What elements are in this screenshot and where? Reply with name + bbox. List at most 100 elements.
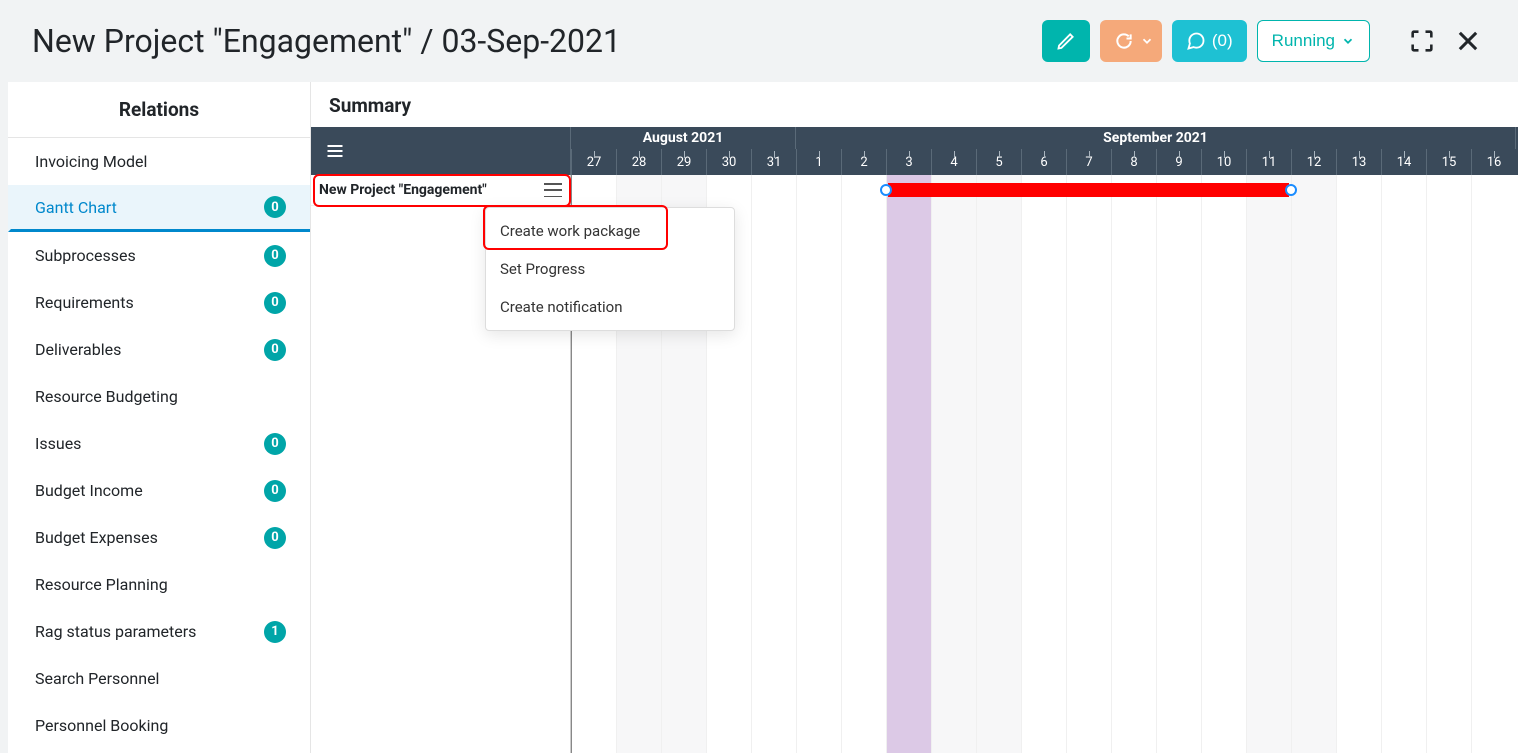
context-menu-item[interactable]: Create work package [486, 212, 734, 250]
task-row[interactable]: New Project "Engagement" [311, 175, 570, 206]
main-panel: Summary August 2021September 2021 272829… [311, 82, 1518, 753]
page-title: New Project "Engagement" / 03-Sep-2021 [32, 22, 621, 60]
bar-fill [888, 183, 1289, 197]
sidebar-item-label: Subprocesses [35, 246, 136, 265]
day-header-cell: 12 [1291, 149, 1336, 175]
comment-icon [1186, 31, 1206, 51]
status-label: Running [1272, 31, 1335, 51]
count-badge: 0 [264, 339, 286, 361]
sidebar-item-label: Resource Planning [35, 575, 168, 594]
sidebar-item-label: Gantt Chart [35, 198, 117, 217]
sidebar-item-label: Requirements [35, 293, 134, 312]
day-header-cell: 15 [1426, 149, 1471, 175]
sidebar-item[interactable]: Search Personnel [8, 655, 310, 702]
header-actions: (0) Running [1042, 20, 1486, 62]
fullscreen-icon [1408, 27, 1436, 55]
content-area: Relations Invoicing ModelGantt Chart0Sub… [0, 82, 1518, 753]
sidebar-item[interactable]: Budget Income 0 [8, 467, 310, 514]
fullscreen-button[interactable] [1404, 23, 1440, 59]
sidebar-nav-list: Invoicing Model Gantt Chart 0 Subprocesses 0… [8, 138, 310, 749]
sidebar-item-label: Resource Budgeting [35, 387, 178, 406]
task-menu-icon[interactable] [544, 183, 562, 197]
sidebar-item-label: Budget Expenses [35, 528, 158, 547]
day-header-cell: 1 [796, 149, 841, 175]
timeline-column [1381, 175, 1426, 753]
refresh-dropdown-button[interactable] [1100, 20, 1162, 62]
sidebar-item[interactable]: Gantt Chart 0 [8, 185, 310, 232]
timeline-column [1201, 175, 1246, 753]
count-badge: 0 [264, 245, 286, 267]
month-header-cell: August 2021 [571, 127, 796, 149]
day-header-cell: 16 [1471, 149, 1516, 175]
timeline-column [976, 175, 1021, 753]
sidebar-item[interactable]: Resource Budgeting [8, 373, 310, 420]
sidebar-item[interactable]: Invoicing Model [8, 138, 310, 185]
relations-sidebar: Relations Invoicing ModelGantt Chart0Sub… [8, 82, 311, 753]
close-button[interactable] [1450, 23, 1486, 59]
sidebar-item-label: Rag status parameters [35, 622, 196, 641]
task-name: New Project "Engagement" [319, 182, 487, 198]
sidebar-item[interactable]: Deliverables 0 [8, 326, 310, 373]
context-menu-item[interactable]: Set Progress [486, 250, 734, 288]
comments-count: (0) [1212, 31, 1233, 51]
day-header-cell: 3 [886, 149, 931, 175]
task-context-menu: Create work packageSet ProgressCreate no… [485, 207, 735, 331]
timeline-column [1111, 175, 1156, 753]
pencil-icon [1056, 31, 1076, 51]
refresh-icon [1114, 31, 1134, 51]
sidebar-title: Relations [8, 82, 310, 138]
timeline-column [1336, 175, 1381, 753]
bar-start-handle[interactable] [880, 184, 892, 196]
menu-icon[interactable] [323, 141, 347, 161]
sidebar-item[interactable]: Rag status parameters 1 [8, 608, 310, 655]
day-header-cell: 5 [976, 149, 1021, 175]
chevron-down-icon [1341, 34, 1355, 48]
comments-button[interactable]: (0) [1172, 20, 1247, 62]
day-header-cell: 14 [1381, 149, 1426, 175]
day-header-cell: 11 [1246, 149, 1291, 175]
sidebar-item[interactable]: Issues0 [8, 420, 310, 467]
sidebar-item-label: Budget Income [35, 481, 143, 500]
day-header-cell: 9 [1156, 149, 1201, 175]
timeline-column [1021, 175, 1066, 753]
gantt-bar-track [571, 175, 1518, 206]
day-header-cell: 4 [931, 149, 976, 175]
edit-button[interactable] [1042, 20, 1090, 62]
sidebar-item[interactable]: Resource Planning [8, 561, 310, 608]
timeline-column [1426, 175, 1471, 753]
gantt-chart: August 2021September 2021 27282930311234… [311, 127, 1518, 753]
day-header-cell: 30 [706, 149, 751, 175]
main-section-title: Summary [311, 82, 1518, 127]
count-badge: 0 [264, 196, 286, 218]
status-dropdown-button[interactable]: Running [1257, 20, 1370, 62]
count-badge: 1 [264, 621, 286, 643]
timeline-column [1156, 175, 1201, 753]
sidebar-item-label: Personnel Booking [35, 716, 168, 735]
chevron-down-icon [1140, 34, 1154, 48]
sidebar-item[interactable]: Subprocesses 0 [8, 232, 310, 279]
context-menu-item[interactable]: Create notification [486, 288, 734, 326]
day-header-cell: 13 [1336, 149, 1381, 175]
sidebar-item-label: Invoicing Model [35, 152, 147, 171]
timeline-column [931, 175, 976, 753]
page-header: New Project "Engagement" / 03-Sep-2021 (… [0, 0, 1518, 82]
timeline-column [1291, 175, 1336, 753]
day-header-cell: 10 [1201, 149, 1246, 175]
day-header-cell: 7 [1066, 149, 1111, 175]
day-header-cell: 28 [616, 149, 661, 175]
gantt-task-bar[interactable] [888, 181, 1289, 199]
day-header-cell: 31 [751, 149, 796, 175]
sidebar-item-label: Search Personnel [35, 669, 159, 688]
sidebar-item[interactable]: Personnel Booking [8, 702, 310, 749]
gantt-left-header [311, 127, 571, 175]
day-header-cell: 6 [1021, 149, 1066, 175]
timeline-column [886, 175, 931, 753]
count-badge: 0 [264, 480, 286, 502]
sidebar-item-label: Deliverables [35, 340, 121, 359]
gantt-header: August 2021September 2021 27282930311234… [311, 127, 1518, 175]
sidebar-item[interactable]: Requirements 0 [8, 279, 310, 326]
sidebar-item[interactable]: Budget Expenses0 [8, 514, 310, 561]
count-badge: 0 [264, 292, 286, 314]
bar-end-handle[interactable] [1285, 184, 1297, 196]
count-badge: 0 [264, 433, 286, 455]
